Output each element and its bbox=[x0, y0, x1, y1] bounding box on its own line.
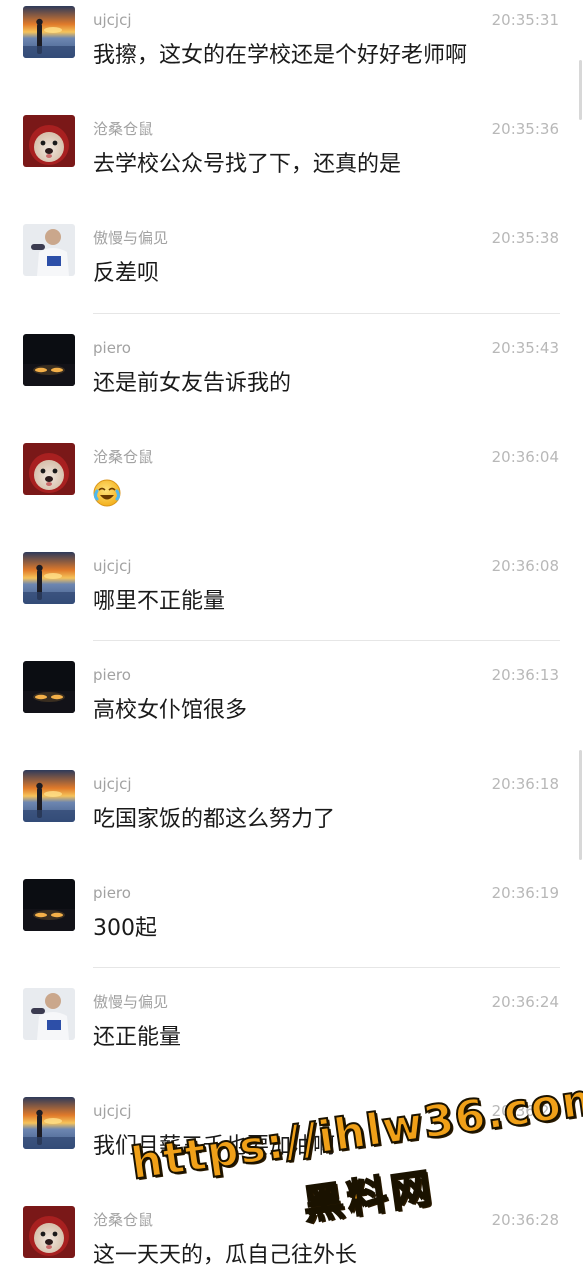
avatar-image bbox=[23, 552, 75, 604]
time-divider bbox=[93, 967, 560, 968]
chat-message[interactable]: piero 20:36:19 300起 bbox=[0, 873, 583, 982]
chat-message[interactable]: ujcjcj 20:36:08 哪里不正能量 bbox=[0, 546, 583, 655]
scrollbar-thumb[interactable] bbox=[579, 60, 582, 120]
chat-message[interactable]: 傲慢与偏见 20:35:38 反差呗 bbox=[0, 218, 583, 327]
message-text: 这一天天的，瓜自己往外长 bbox=[93, 1243, 358, 1268]
message-text: 哪里不正能量 bbox=[93, 589, 226, 614]
avatar-image bbox=[23, 443, 75, 495]
chat-message[interactable]: 沧桑仓鼠 20:35:36 去学校公众号找了下，还真的是 bbox=[0, 109, 583, 218]
message-time: 20:36:24 bbox=[491, 993, 559, 1011]
chat-message[interactable]: piero 20:35:43 还是前女友告诉我的 bbox=[0, 328, 583, 437]
scrollbar-thumb[interactable] bbox=[579, 750, 582, 860]
message-time: 20:36:04 bbox=[491, 448, 559, 466]
message-time: 20:36:08 bbox=[491, 557, 559, 575]
message-time: 20:36:18 bbox=[491, 775, 559, 793]
sender-name: piero bbox=[93, 884, 131, 902]
chat-message[interactable]: piero 20:36:13 高校女仆馆很多 bbox=[0, 655, 583, 764]
chat-message[interactable]: 沧桑仓鼠 20:36:04 bbox=[0, 437, 583, 546]
message-time: 20:36:19 bbox=[491, 884, 559, 902]
crying-laughing-emoji-icon bbox=[93, 479, 121, 507]
avatar-image bbox=[23, 988, 75, 1040]
avatar[interactable] bbox=[23, 770, 75, 822]
message-text: 高校女仆馆很多 bbox=[93, 698, 248, 723]
sender-name: ujcjcj bbox=[93, 775, 132, 793]
message-time: 20:35:31 bbox=[491, 11, 559, 29]
avatar-image bbox=[23, 1097, 75, 1149]
avatar-image bbox=[23, 770, 75, 822]
chat-message[interactable]: 傲慢与偏见 20:36:24 还正能量 bbox=[0, 982, 583, 1091]
sender-name: ujcjcj bbox=[93, 11, 132, 29]
avatar-image bbox=[23, 224, 75, 276]
message-text: 反差呗 bbox=[93, 261, 160, 286]
avatar[interactable] bbox=[23, 334, 75, 386]
avatar[interactable] bbox=[23, 6, 75, 58]
chat-message[interactable]: ujcjcj 20:36:26 我们月薪三千也要加油啊 bbox=[0, 1091, 583, 1200]
avatar-image bbox=[23, 661, 75, 713]
time-divider bbox=[93, 313, 560, 314]
message-text: 还是前女友告诉我的 bbox=[93, 371, 292, 396]
avatar[interactable] bbox=[23, 661, 75, 713]
message-text: 300起 bbox=[93, 916, 157, 941]
chat-message[interactable]: 沧桑仓鼠 20:36:28 这一天天的，瓜自己往外长 bbox=[0, 1200, 583, 1280]
sender-name: 沧桑仓鼠 bbox=[93, 448, 154, 466]
message-time: 20:35:38 bbox=[491, 229, 559, 247]
sender-name: ujcjcj bbox=[93, 1102, 132, 1120]
time-divider bbox=[93, 640, 560, 641]
avatar[interactable] bbox=[23, 988, 75, 1040]
sender-name: piero bbox=[93, 339, 131, 357]
avatar[interactable] bbox=[23, 443, 75, 495]
avatar-image bbox=[23, 6, 75, 58]
sender-name: piero bbox=[93, 666, 131, 684]
message-text: 去学校公众号找了下，还真的是 bbox=[93, 152, 402, 177]
avatar[interactable] bbox=[23, 115, 75, 167]
chat-message[interactable]: ujcjcj 20:36:18 吃国家饭的都这么努力了 bbox=[0, 764, 583, 873]
sender-name: ujcjcj bbox=[93, 557, 132, 575]
message-text: 我们月薪三千也要加油啊 bbox=[93, 1134, 336, 1159]
avatar-image bbox=[23, 1206, 75, 1258]
avatar-image bbox=[23, 115, 75, 167]
sender-name: 沧桑仓鼠 bbox=[93, 1211, 154, 1229]
avatar[interactable] bbox=[23, 552, 75, 604]
chat-message-list: ujcjcj 20:35:31 我擦，这女的在学校还是个好好老师啊 沧桑仓鼠 2… bbox=[0, 0, 583, 1280]
avatar[interactable] bbox=[23, 224, 75, 276]
message-time: 20:35:36 bbox=[491, 120, 559, 138]
sender-name: 傲慢与偏见 bbox=[93, 993, 169, 1011]
message-text: 还正能量 bbox=[93, 1025, 182, 1050]
chat-message[interactable]: ujcjcj 20:35:31 我擦，这女的在学校还是个好好老师啊 bbox=[0, 0, 583, 109]
sender-name: 沧桑仓鼠 bbox=[93, 120, 154, 138]
avatar[interactable] bbox=[23, 1206, 75, 1258]
avatar-image bbox=[23, 879, 75, 931]
message-time: 20:36:26 bbox=[491, 1102, 559, 1120]
message-text: 我擦，这女的在学校还是个好好老师啊 bbox=[93, 43, 468, 68]
avatar[interactable] bbox=[23, 879, 75, 931]
message-time: 20:36:28 bbox=[491, 1211, 559, 1229]
message-text: 吃国家饭的都这么努力了 bbox=[93, 807, 336, 832]
sender-name: 傲慢与偏见 bbox=[93, 229, 169, 247]
avatar[interactable] bbox=[23, 1097, 75, 1149]
message-time: 20:36:13 bbox=[491, 666, 559, 684]
scrollbar[interactable] bbox=[579, 0, 583, 1280]
message-time: 20:35:43 bbox=[491, 339, 559, 357]
avatar-image bbox=[23, 334, 75, 386]
